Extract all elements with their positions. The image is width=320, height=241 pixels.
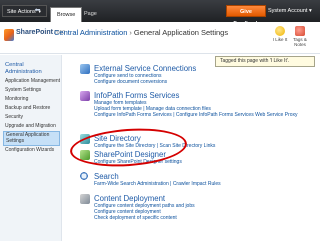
i-like-it-label: I Like It — [272, 37, 288, 42]
user-menu[interactable]: System Account ▾ — [268, 5, 312, 17]
external-connections-icon — [80, 64, 90, 74]
user-name: System Account — [268, 8, 308, 14]
ribbon-bar: Site Actions▼ ⬅ Browse Page Give Feedbac… — [0, 0, 320, 27]
tab-page[interactable]: Page — [78, 7, 103, 22]
breadcrumb-central-admin[interactable]: Central Administration — [54, 28, 127, 37]
section-link[interactable]: Configure document conversions — [94, 79, 167, 85]
nav-item-general-settings[interactable]: General Application Settings — [3, 131, 60, 146]
tags-notes-button[interactable]: Tags & Notes — [292, 26, 308, 47]
thumbs-up-icon — [275, 26, 285, 36]
like-tooltip: Tagged this page with 'I Like It'. — [215, 56, 315, 67]
breadcrumb: Central Administration › General Applicati… — [54, 28, 228, 37]
tags-notes-label: Tags & Notes — [293, 37, 307, 47]
tag-icon — [295, 26, 305, 36]
section-title[interactable]: External Service Connections — [94, 64, 196, 73]
nav-item-system-settings[interactable]: System Settings — [5, 87, 60, 93]
logo-brand: SharePoint — [16, 29, 53, 36]
breadcrumb-separator-icon: › — [129, 28, 132, 37]
quick-launch: Central Administration Application Manag… — [0, 55, 62, 241]
page-header: SharePoint2010 Central Administration › Ge… — [0, 22, 320, 54]
section-title[interactable]: InfoPath Forms Services — [94, 91, 179, 100]
nav-item-application-management[interactable]: Application Management — [5, 78, 60, 84]
i-like-it-button[interactable]: I Like It — [272, 26, 288, 42]
nav-item-upgrade-migration[interactable]: Upgrade and Migration — [5, 123, 60, 129]
content-deployment-icon — [80, 194, 90, 204]
nav-item-backup-restore[interactable]: Backup and Restore — [5, 105, 60, 111]
section-title[interactable]: Content Deployment — [94, 194, 165, 203]
section-link[interactable]: Check deployment of specific content — [94, 215, 177, 221]
search-icon — [80, 172, 90, 182]
section-link[interactable]: Farm-Wide Search Administration | Crawle… — [94, 181, 221, 187]
give-feedback-button[interactable]: Give Feedback — [226, 5, 266, 27]
infopath-icon — [80, 91, 90, 101]
sharepoint-logo: SharePoint2010 — [4, 27, 65, 45]
page-title: General Application Settings — [133, 28, 229, 37]
navigate-up-icon[interactable]: ⬅ — [32, 5, 43, 17]
nav-heading[interactable]: Central Administration — [5, 62, 60, 75]
chevron-down-icon: ▾ — [308, 8, 312, 14]
nav-item-monitoring[interactable]: Monitoring — [5, 96, 60, 102]
sharepoint-logo-icon — [4, 29, 14, 41]
section-title[interactable]: Search — [94, 172, 119, 181]
section-link[interactable]: Configure InfoPath Forms Services | Conf… — [94, 112, 298, 118]
nav-item-configuration-wizards[interactable]: Configuration Wizards — [5, 147, 60, 153]
nav-item-security[interactable]: Security — [5, 114, 60, 120]
